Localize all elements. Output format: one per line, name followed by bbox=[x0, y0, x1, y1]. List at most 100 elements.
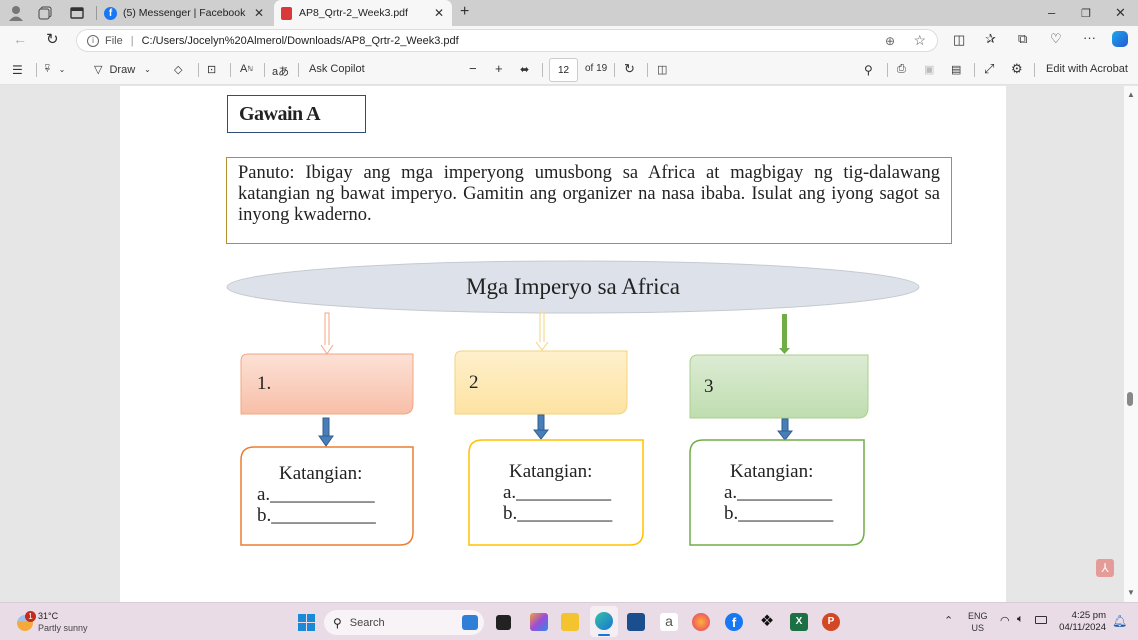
characteristics-3: Katangian: a.__________ b.__________ bbox=[724, 461, 833, 524]
organizer-title: Mga Imperyo sa Africa bbox=[466, 274, 680, 299]
file-explorer-icon[interactable] bbox=[561, 613, 579, 631]
scroll-up-arrow[interactable]: ▲ bbox=[1127, 90, 1135, 99]
amazon-icon[interactable]: a bbox=[660, 613, 678, 631]
toolbar-separator bbox=[264, 63, 265, 77]
tab-actions-icon[interactable] bbox=[69, 5, 85, 21]
powerpoint-icon[interactable]: P bbox=[822, 613, 840, 631]
restore-button[interactable]: ❐ bbox=[1081, 7, 1091, 20]
save-icon[interactable]: ▣ bbox=[924, 63, 934, 76]
fullscreen-icon[interactable]: ⤢ bbox=[984, 61, 994, 77]
highlight-icon[interactable]: ⍫ ⌄ bbox=[44, 63, 65, 76]
battery-icon[interactable] bbox=[1035, 616, 1047, 624]
firefox-icon[interactable] bbox=[692, 613, 710, 631]
clock[interactable]: 4:25 pm 04/11/2024 bbox=[1056, 610, 1106, 634]
text-box-icon[interactable]: ⊡ bbox=[207, 63, 216, 76]
address-divider: | bbox=[130, 34, 134, 47]
characteristics-label: Katangian: bbox=[730, 461, 814, 482]
close-tab-icon[interactable]: ✕ bbox=[434, 6, 444, 20]
pdf-toolbar: ☰ ⍫ ⌄ ▽ Draw ⌄ ◇ ⊡ Aℕ aあ Ask Copilot − + ⬌ … bbox=[0, 55, 1138, 85]
task-view-icon[interactable] bbox=[496, 615, 511, 630]
wifi-icon[interactable]: ◠ bbox=[1000, 614, 1010, 627]
clock-date: 04/11/2024 bbox=[1059, 622, 1106, 633]
weather-widget[interactable]: 1 31°C Partly sunny bbox=[15, 611, 115, 637]
read-aloud-icon[interactable]: Aℕ bbox=[240, 63, 253, 75]
taskbar: 1 31°C Partly sunny ⚲ Search a f ❖ X P ⌃… bbox=[0, 602, 1138, 640]
fit-page-icon[interactable]: ⬌ bbox=[520, 63, 529, 76]
store-icon[interactable] bbox=[627, 613, 645, 631]
characteristics-label: Katangian: bbox=[279, 463, 363, 484]
acrobat-icon[interactable]: ⅄ bbox=[1096, 559, 1114, 577]
zoom-icon[interactable]: ⊕ bbox=[885, 34, 895, 48]
minimize-button[interactable]: – bbox=[1048, 5, 1055, 20]
close-window-button[interactable]: ✕ bbox=[1115, 5, 1126, 21]
tab-messenger[interactable]: f (5) Messenger | Facebook ✕ bbox=[100, 0, 272, 26]
weather-temp: 31°C bbox=[38, 611, 59, 621]
favorite-star-icon[interactable]: ☆ bbox=[913, 32, 926, 49]
draw-button[interactable]: ▽ Draw ⌄ bbox=[94, 63, 151, 77]
zoom-in-button[interactable]: + bbox=[495, 61, 503, 76]
vertical-scrollbar[interactable]: ▲ ▼ bbox=[1124, 86, 1138, 602]
close-tab-icon[interactable]: ✕ bbox=[254, 6, 264, 20]
favorites-icon[interactable]: ✰ bbox=[985, 31, 996, 47]
erase-icon[interactable]: ◇ bbox=[174, 63, 182, 76]
page-view-icon[interactable]: ◫ bbox=[657, 63, 667, 76]
toolbar-separator bbox=[542, 63, 543, 77]
save-as-icon[interactable]: ▤ bbox=[951, 63, 961, 76]
scroll-down-arrow[interactable]: ▼ bbox=[1127, 588, 1135, 597]
contents-icon[interactable]: ☰ bbox=[12, 63, 23, 77]
translate-icon[interactable]: aあ bbox=[272, 63, 289, 79]
taskbar-search[interactable]: ⚲ Search bbox=[324, 610, 484, 635]
url-text[interactable]: C:/Users/Jocelyn%20Almerol/Downloads/AP8… bbox=[142, 35, 459, 47]
tab-pdf[interactable]: AP8_Qrtr-2_Week3.pdf ✕ bbox=[274, 0, 452, 26]
weather-badge: 1 bbox=[25, 611, 36, 622]
print-icon[interactable]: ⎙ bbox=[897, 63, 906, 76]
page-number-input[interactable]: 12 bbox=[549, 58, 578, 82]
answer-line-a: a.__________ bbox=[724, 482, 833, 503]
scroll-thumb[interactable] bbox=[1127, 392, 1133, 406]
info-icon[interactable]: i bbox=[87, 34, 99, 47]
start-button[interactable] bbox=[298, 614, 315, 631]
empire-number-3: 3 bbox=[704, 376, 714, 397]
copilot-icon[interactable] bbox=[1112, 31, 1128, 47]
answer-line-a: a.___________ bbox=[257, 484, 375, 505]
edge-taskbar-button[interactable] bbox=[590, 606, 618, 637]
characteristics-1: Katangian: a.___________ b.___________ bbox=[257, 463, 376, 526]
more-menu-icon[interactable]: ··· bbox=[1083, 30, 1096, 45]
zoom-out-button[interactable]: − bbox=[469, 61, 477, 76]
search-placeholder: Search bbox=[349, 616, 385, 629]
refresh-icon[interactable]: ↻ bbox=[46, 30, 59, 48]
copilot-taskbar-icon[interactable] bbox=[530, 613, 548, 631]
tab-separator bbox=[96, 6, 97, 20]
blue-arrow-3 bbox=[776, 418, 794, 441]
address-bar[interactable]: i File | C:/Users/Jocelyn%20Almerol/Down… bbox=[76, 29, 938, 52]
answer-line-a: a.__________ bbox=[503, 482, 612, 503]
empire-box-3 bbox=[689, 354, 869, 419]
new-tab-button[interactable]: + bbox=[460, 3, 469, 21]
tab-label: (5) Messenger | Facebook bbox=[123, 7, 246, 19]
collections-icon[interactable]: ⧉ bbox=[1018, 31, 1027, 47]
empire-number-1: 1. bbox=[257, 373, 272, 394]
arrow-down-1 bbox=[320, 312, 334, 355]
tab-label: AP8_Qrtr-2_Week3.pdf bbox=[299, 7, 408, 19]
back-icon[interactable]: ← bbox=[13, 31, 27, 47]
search-icon[interactable]: ⚲ bbox=[864, 63, 873, 77]
ask-copilot-button[interactable]: Ask Copilot bbox=[309, 63, 365, 75]
weather-desc: Partly sunny bbox=[38, 623, 88, 633]
empire-box-2 bbox=[454, 350, 628, 415]
split-screen-icon[interactable]: ◫ bbox=[953, 32, 965, 48]
workspaces-icon[interactable] bbox=[37, 5, 53, 21]
volume-icon[interactable]: 🔈︎ bbox=[1017, 613, 1024, 626]
browser-essentials-icon[interactable]: ♡ bbox=[1050, 31, 1062, 47]
edit-with-acrobat-button[interactable]: Edit with Acrobat bbox=[1046, 63, 1128, 75]
dropbox-icon[interactable]: ❖ bbox=[758, 613, 776, 631]
show-hidden-icons[interactable]: ⌃ bbox=[944, 614, 953, 627]
excel-icon[interactable]: X bbox=[790, 613, 808, 631]
pdf-icon bbox=[281, 6, 292, 20]
profile-icon[interactable] bbox=[8, 5, 24, 21]
rotate-icon[interactable]: ↻ bbox=[624, 61, 635, 77]
arrow-down-2 bbox=[535, 312, 549, 351]
settings-icon[interactable]: ⚙ bbox=[1011, 61, 1023, 77]
notification-bell-icon[interactable]: 🔔︎ bbox=[1112, 614, 1127, 628]
language-indicator[interactable]: ENG US bbox=[968, 610, 988, 634]
facebook-taskbar-icon[interactable]: f bbox=[725, 613, 743, 631]
